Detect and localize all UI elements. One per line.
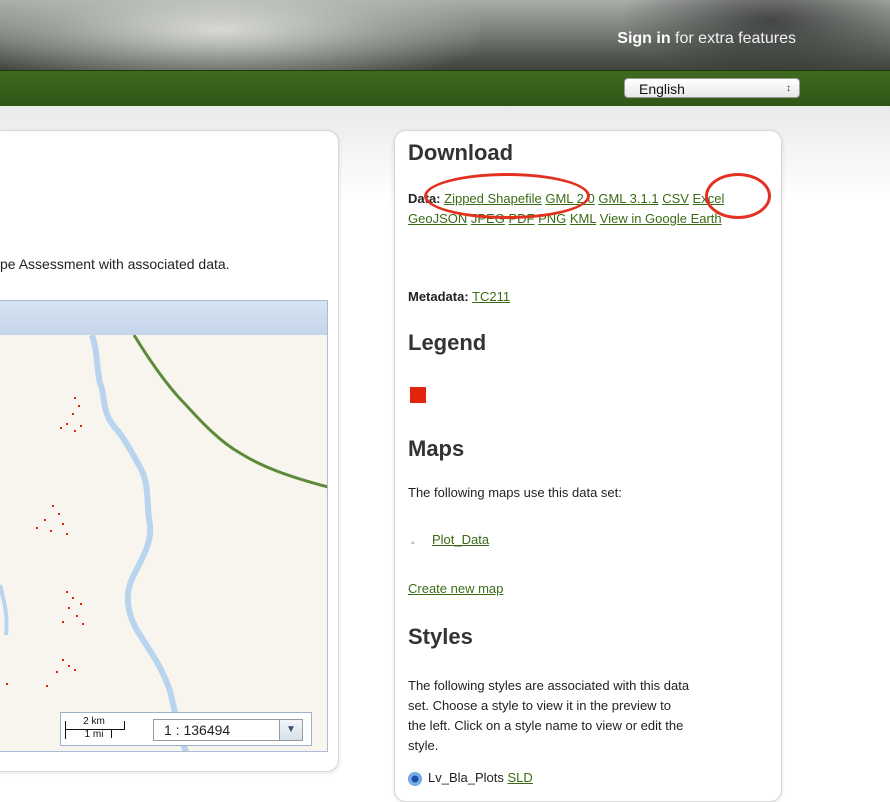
maps-intro: The following maps use this data set:	[408, 485, 622, 500]
scale-km-label: 2 km	[83, 716, 105, 727]
link-excel[interactable]: Excel	[693, 191, 725, 206]
styles-intro-line: style.	[408, 738, 439, 753]
download-heading: Download	[408, 140, 514, 165]
scale-mi-label: 1 mi	[84, 729, 104, 740]
link-csv[interactable]: CSV	[662, 191, 689, 206]
link-jpeg[interactable]: JPEG	[471, 211, 505, 226]
maps-heading: Maps	[408, 436, 465, 461]
map-link-plot-data[interactable]: Plot_Data	[432, 532, 489, 547]
scale-bar: 2 km 1 mi	[63, 716, 125, 743]
boundary-line	[132, 335, 327, 489]
link-zipped-shapefile[interactable]: Zipped Shapefile	[444, 191, 542, 206]
map-canvas[interactable]	[0, 335, 328, 752]
legend-heading: Legend	[408, 330, 487, 355]
download-links: Data: Zipped Shapefile GML 2.0 GML 3.1.1…	[408, 189, 768, 229]
link-gml-3[interactable]: GML 3.1.1	[598, 191, 658, 206]
link-geojson[interactable]: GeoJSON	[408, 211, 467, 226]
styles-intro-line: The following styles are associated with…	[408, 678, 690, 693]
style-name[interactable]: Lv_Bla_Plots	[428, 770, 504, 785]
link-png[interactable]: PNG	[538, 211, 566, 226]
legend-swatch	[410, 387, 426, 403]
scale-control: 2 km 1 mi 1 : 136494 ▼	[60, 712, 312, 746]
river	[89, 335, 189, 751]
link-tc211[interactable]: TC211	[472, 289, 510, 304]
stream	[0, 584, 9, 636]
map-preview[interactable]	[0, 335, 328, 752]
create-map-link[interactable]: Create new map	[408, 581, 503, 596]
style-sld-link[interactable]: SLD	[508, 770, 533, 785]
signin-link[interactable]: Sign in	[617, 30, 670, 47]
link-gml-2[interactable]: GML 2.0	[545, 191, 594, 206]
scale-select[interactable]: 1 : 136494 ▼	[153, 719, 303, 741]
style-item: Lv_Bla_Plots SLD	[428, 768, 533, 788]
data-label: Data:	[408, 191, 441, 206]
styles-intro-line: set. Choose a style to view it in the pr…	[408, 698, 672, 713]
language-value: English	[639, 81, 685, 97]
link-kml[interactable]: KML	[570, 211, 596, 226]
chevron-down-icon[interactable]: ▼	[279, 720, 302, 740]
link-pdf[interactable]: PDF	[508, 211, 534, 226]
bullet-icon: ◦	[411, 538, 415, 549]
select-arrows-icon: ↕	[786, 83, 791, 94]
metadata-row: Metadata: TC211	[408, 287, 510, 307]
metadata-label: Metadata:	[408, 289, 469, 304]
style-radio[interactable]	[408, 772, 422, 786]
signin-suffix: for extra features	[675, 30, 796, 47]
styles-intro-line: the left. Click on a style name to view …	[408, 718, 684, 733]
link-google-earth[interactable]: View in Google Earth	[600, 211, 722, 226]
styles-intro: The following styles are associated with…	[408, 676, 768, 756]
map-toolbar	[0, 300, 328, 336]
layer-description: pe Assessment with associated data.	[0, 256, 230, 272]
scale-value: 1 : 136494	[164, 722, 231, 738]
styles-heading: Styles	[408, 624, 473, 649]
language-select[interactable]: English ↕	[624, 78, 800, 98]
plot-points	[6, 397, 84, 687]
signin-text: Sign in for extra features	[617, 30, 796, 48]
